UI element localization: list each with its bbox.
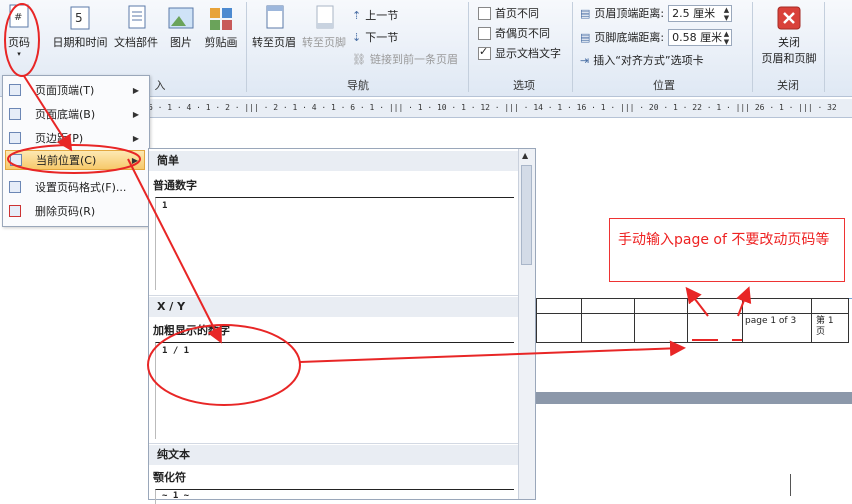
arrow — [127, 158, 222, 344]
annotation-overlay — [4, 3, 752, 406]
arrow — [736, 286, 752, 317]
highlight-ellipse-gallery-item — [147, 324, 301, 406]
highlight-ellipse-current-position — [7, 144, 141, 174]
arrow — [23, 75, 73, 152]
highlight-ellipse-page-number — [4, 3, 40, 77]
arrow — [299, 340, 686, 363]
arrow — [685, 286, 709, 317]
